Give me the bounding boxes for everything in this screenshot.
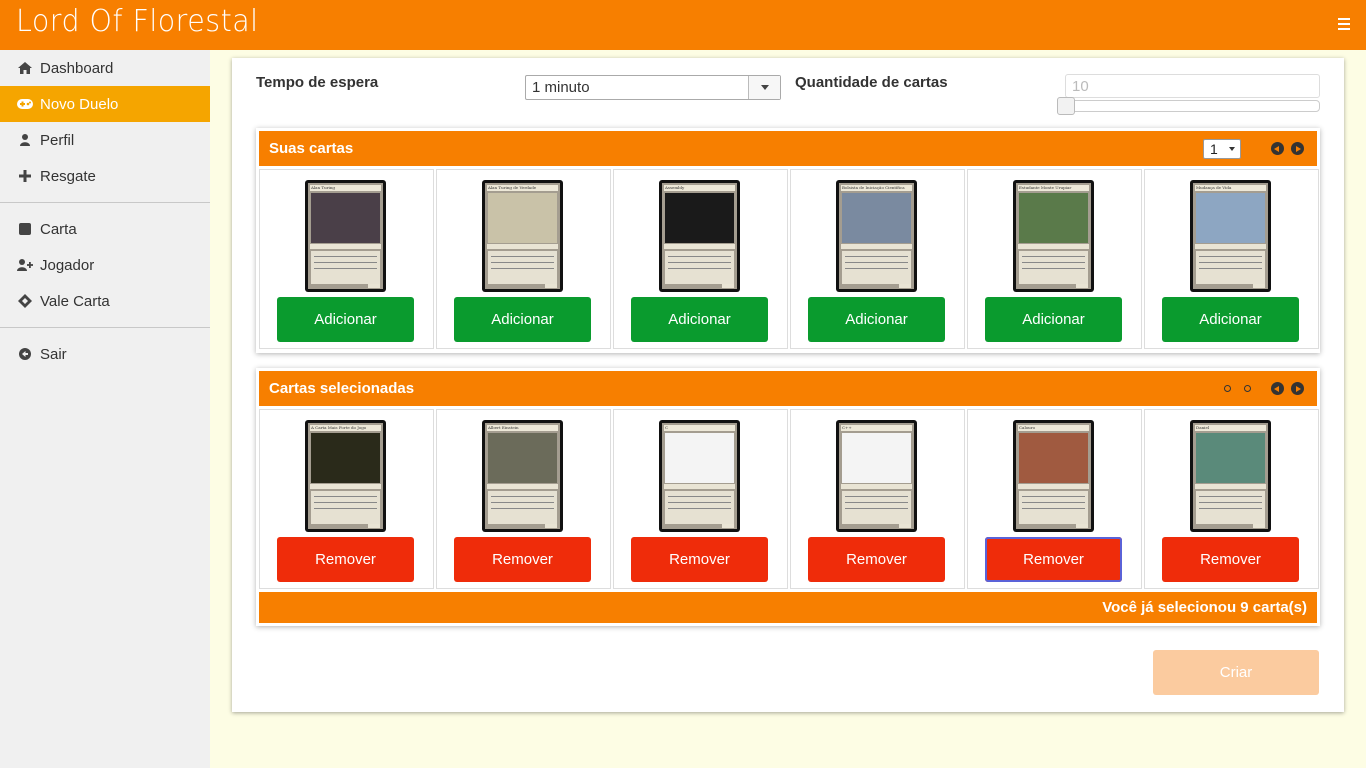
user-icon <box>16 134 34 146</box>
add-card-button[interactable]: Adicionar <box>808 297 945 342</box>
selection-summary: Você já selecionou 9 carta(s) <box>259 592 1317 623</box>
top-bar: Lord Of Florestal <box>0 0 1366 50</box>
section-title: Suas cartas <box>269 140 354 157</box>
next-page-icon[interactable] <box>1291 382 1304 395</box>
card-slot: Estudante Monte Urupiar Adicionar <box>967 169 1142 349</box>
sidebar-item-perfil[interactable]: Perfil <box>0 122 210 158</box>
duel-form-panel: Tempo de espera 1 minuto Quantidade de c… <box>232 58 1344 712</box>
plus-icon <box>16 170 34 182</box>
your-cards-list: Alan Turing Adicionar Alan Turing de Ver… <box>259 169 1321 349</box>
card-image[interactable]: Calouro <box>1013 420 1094 532</box>
sidebar-divider <box>0 202 210 203</box>
card-image[interactable]: A Carta Mais Forte do Jogo <box>305 420 386 532</box>
sidebar-divider <box>0 327 210 328</box>
remove-card-button[interactable]: Remover <box>454 537 591 582</box>
card-image[interactable]: C++ <box>836 420 917 532</box>
add-card-button[interactable]: Adicionar <box>631 297 768 342</box>
selected-cards-list: A Carta Mais Forte do Jogo Remover Alber… <box>259 409 1321 589</box>
card-image[interactable]: Alan Turing <box>305 180 386 292</box>
section-title: Cartas selecionadas <box>269 380 415 397</box>
gamepad-icon <box>16 99 34 109</box>
sidebar: Dashboard Novo Duelo Perfil Resgate Cart… <box>0 50 210 768</box>
card-quantity-slider-handle[interactable] <box>1057 97 1075 115</box>
sidebar-item-label: Perfil <box>40 131 75 149</box>
sidebar-item-label: Vale Carta <box>40 292 110 310</box>
home-icon <box>16 62 34 74</box>
previous-page-icon[interactable] <box>1271 142 1284 155</box>
sidebar-item-novo-duelo[interactable]: Novo Duelo <box>0 86 210 122</box>
wait-time-value: 1 minuto <box>532 79 590 96</box>
wait-time-select[interactable]: 1 minuto <box>525 75 781 100</box>
card-image[interactable]: Assembly <box>659 180 740 292</box>
card-slot: Bolsista de Iniciação Científica Adicion… <box>790 169 965 349</box>
sidebar-item-vale-carta[interactable]: Vale Carta <box>0 283 210 319</box>
sidebar-item-sair[interactable]: Sair <box>0 336 210 372</box>
selected-cards-section: Cartas selecionadas A Carta Mais Forte d… <box>256 368 1320 626</box>
sidebar-item-label: Novo Duelo <box>40 95 119 113</box>
sidebar-item-label: Jogador <box>40 256 95 274</box>
add-card-button[interactable]: Adicionar <box>454 297 591 342</box>
square-icon <box>16 223 34 235</box>
card-image[interactable]: Mudança de Vida <box>1190 180 1271 292</box>
card-image[interactable]: C <box>659 420 740 532</box>
sidebar-item-label: Carta <box>40 220 77 238</box>
card-slot: Daniel Remover <box>1144 409 1319 589</box>
card-image[interactable]: Daniel <box>1190 420 1271 532</box>
add-card-button[interactable]: Adicionar <box>277 297 414 342</box>
card-image[interactable]: Albert Einstein <box>482 420 563 532</box>
card-slot: C Remover <box>613 409 788 589</box>
card-slot: C++ Remover <box>790 409 965 589</box>
add-card-button[interactable]: Adicionar <box>985 297 1122 342</box>
sidebar-item-jogador[interactable]: Jogador <box>0 247 210 283</box>
sidebar-item-label: Sair <box>40 345 67 363</box>
arrow-circle-left-icon <box>16 348 34 360</box>
add-card-button[interactable]: Adicionar <box>1162 297 1299 342</box>
ticket-icon <box>16 294 34 308</box>
pagination-dot[interactable] <box>1224 385 1231 392</box>
selected-cards-header: Cartas selecionadas <box>259 371 1317 406</box>
card-slot: Alan Turing Adicionar <box>259 169 434 349</box>
card-quantity-slider[interactable] <box>1058 100 1320 112</box>
chevron-down-icon[interactable] <box>748 76 780 99</box>
card-slot: A Carta Mais Forte do Jogo Remover <box>259 409 434 589</box>
app-title[interactable]: Lord Of Florestal <box>16 4 259 39</box>
remove-card-button[interactable]: Remover <box>1162 537 1299 582</box>
card-image[interactable]: Alan Turing de Verdade <box>482 180 563 292</box>
card-slot: Calouro Remover <box>967 409 1142 589</box>
card-slot: Albert Einstein Remover <box>436 409 611 589</box>
remove-card-button[interactable]: Remover <box>985 537 1122 582</box>
remove-card-button[interactable]: Remover <box>631 537 768 582</box>
wait-time-label: Tempo de espera <box>256 74 379 91</box>
card-image[interactable]: Estudante Monte Urupiar <box>1013 180 1094 292</box>
next-page-icon[interactable] <box>1291 142 1304 155</box>
sidebar-item-carta[interactable]: Carta <box>0 211 210 247</box>
card-quantity-label: Quantidade de cartas <box>795 74 948 91</box>
your-cards-header: Suas cartas 1 <box>259 131 1317 166</box>
sidebar-item-label: Dashboard <box>40 59 114 77</box>
previous-page-icon[interactable] <box>1271 382 1284 395</box>
page-select[interactable]: 1 <box>1203 139 1241 159</box>
card-slot: Alan Turing de Verdade Adicionar <box>436 169 611 349</box>
card-slot: Assembly Adicionar <box>613 169 788 349</box>
sidebar-item-resgate[interactable]: Resgate <box>0 158 210 194</box>
user-plus-icon <box>16 259 34 271</box>
pagination-dot[interactable] <box>1244 385 1251 392</box>
sidebar-item-label: Resgate <box>40 167 96 185</box>
card-image[interactable]: Bolsista de Iniciação Científica <box>836 180 917 292</box>
sidebar-item-dashboard[interactable]: Dashboard <box>0 50 210 86</box>
card-quantity-input[interactable]: 10 <box>1065 74 1320 98</box>
menu-toggle-icon[interactable] <box>1338 15 1354 33</box>
your-cards-section: Suas cartas 1 Alan Turing Adicionar Alan… <box>256 128 1320 353</box>
card-slot: Mudança de Vida Adicionar <box>1144 169 1319 349</box>
create-duel-button[interactable]: Criar <box>1153 650 1319 695</box>
remove-card-button[interactable]: Remover <box>808 537 945 582</box>
remove-card-button[interactable]: Remover <box>277 537 414 582</box>
